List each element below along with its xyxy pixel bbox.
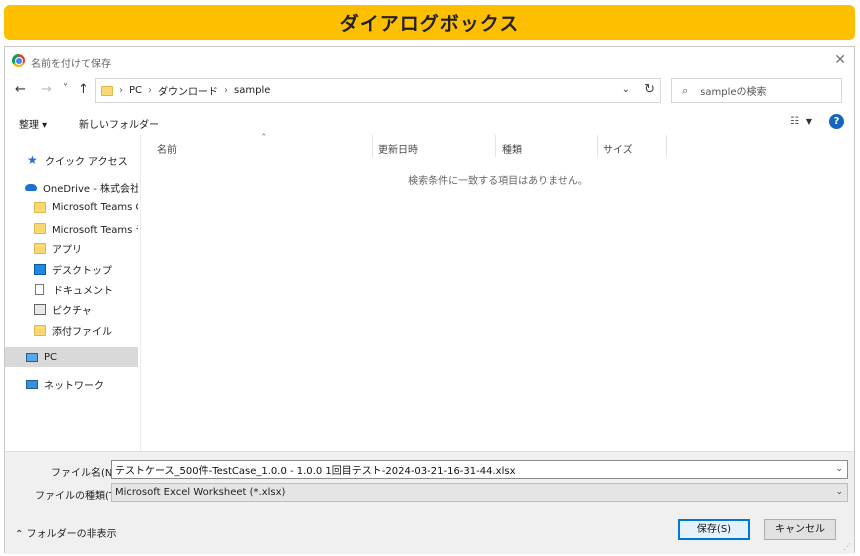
cancel-button[interactable]: キャンセル <box>764 519 836 540</box>
sidebar-item-label: アプリ <box>52 244 82 256</box>
save-button[interactable]: 保存(S) <box>678 519 750 540</box>
sidebar-item-desktop[interactable]: デスクトップ <box>5 259 138 279</box>
address-bar[interactable]: › PC › ダウンロード › sample ⌄ ↻ <box>95 78 661 103</box>
back-arrow-icon[interactable]: ← <box>15 82 26 97</box>
navigation-pane: ★ クイック アクセス OneDrive - 株式会社パ Microsoft T… <box>5 135 141 451</box>
close-icon[interactable]: ✕ <box>834 52 846 68</box>
column-divider[interactable] <box>372 135 373 157</box>
column-divider[interactable] <box>666 135 667 157</box>
sidebar-item-label: クイック アクセス <box>45 156 128 168</box>
banner-title: ダイアログボックス <box>4 5 855 40</box>
column-header-name[interactable]: 名前 <box>157 141 177 156</box>
filename-value: テストケース_500件-TestCase_1.0.0 - 1.0.0 1回目テス… <box>115 466 516 477</box>
column-header-type[interactable]: 種類 <box>502 141 522 156</box>
search-placeholder: sampleの検索 <box>700 87 767 98</box>
organize-menu-button[interactable]: 整理 ▾ <box>19 116 47 131</box>
sidebar-item-label: 添付ファイル <box>52 326 112 338</box>
breadcrumb-sample[interactable]: sample <box>234 85 270 96</box>
navigation-bar: ← → ˅ ↑ › PC › ダウンロード › sample ⌄ ↻ ⌕ sam… <box>5 78 854 104</box>
folder-icon <box>34 222 46 234</box>
empty-results-message: 検索条件に一致する項目はありません。 <box>408 176 588 187</box>
sidebar-item-label: OneDrive - 株式会社パ <box>43 183 138 195</box>
sidebar-item-teams-ch[interactable]: Microsoft Teams Ch <box>5 197 138 217</box>
column-divider[interactable] <box>495 135 496 157</box>
sidebar-item-quick-access[interactable]: ★ クイック アクセス <box>5 150 138 170</box>
sidebar-item-pc[interactable]: PC <box>5 347 138 367</box>
chevron-down-icon[interactable]: ⌄ <box>622 84 630 95</box>
dialog-titlebar: 名前を付けて保存 ✕ <box>5 47 854 75</box>
command-toolbar: 整理 ▾ 新しいフォルダー ☷ ▼ ? <box>5 111 854 133</box>
resize-grip-icon[interactable]: ⋰ <box>843 542 851 551</box>
breadcrumb-separator: › <box>119 85 123 96</box>
sidebar-item-documents[interactable]: ドキュメント <box>5 279 138 299</box>
chevron-down-icon[interactable]: ⌄ <box>835 487 843 497</box>
sidebar-item-label: ネットワーク <box>44 380 104 392</box>
desktop-icon <box>34 263 46 275</box>
filename-input[interactable]: テストケース_500件-TestCase_1.0.0 - 1.0.0 1回目テス… <box>111 460 848 479</box>
column-header-modified[interactable]: 更新日時 <box>378 141 418 156</box>
dialog-title: 名前を付けて保存 <box>31 59 111 70</box>
file-list: ⌃ 名前 更新日時 種類 サイズ 検索条件に一致する項目はありません。 <box>142 133 854 451</box>
save-options-panel: ファイル名(N): テストケース_500件-TestCase_1.0.0 - 1… <box>5 451 854 554</box>
sidebar-item-network[interactable]: ネットワーク <box>5 374 138 394</box>
up-arrow-icon[interactable]: ↑ <box>78 82 89 97</box>
chevron-up-icon: ⌃ <box>15 529 24 540</box>
folder-icon <box>34 242 46 254</box>
pictures-icon <box>34 303 46 315</box>
breadcrumb-pc[interactable]: PC <box>129 85 142 96</box>
folder-icon <box>34 324 46 336</box>
column-divider[interactable] <box>597 135 598 157</box>
sidebar-item-label: ドキュメント <box>53 285 113 297</box>
search-box[interactable]: ⌕ sampleの検索 <box>671 78 842 103</box>
view-options-icon[interactable]: ☷ <box>790 116 799 127</box>
chevron-down-icon[interactable]: ▼ <box>806 117 812 126</box>
sidebar-item-onedrive[interactable]: OneDrive - 株式会社パ <box>5 177 138 197</box>
sidebar-item-label: ピクチャ <box>52 305 92 317</box>
folder-icon <box>101 85 113 96</box>
breadcrumb-separator: › <box>148 85 153 96</box>
pc-icon <box>26 352 38 362</box>
filetype-select[interactable]: Microsoft Excel Worksheet (*.xlsx) ⌄ <box>111 483 848 502</box>
pin-star-icon: ★ <box>27 153 38 167</box>
sort-ascending-icon: ⌃ <box>260 133 268 143</box>
forward-arrow-icon[interactable]: → <box>41 82 52 97</box>
sidebar-item-label: Microsoft Teams チャ <box>52 224 138 236</box>
hide-folders-toggle[interactable]: ⌃ フォルダーの非表示 <box>15 525 117 540</box>
document-icon <box>35 283 44 295</box>
sidebar-item-apps[interactable]: アプリ <box>5 238 138 258</box>
breadcrumb-separator: › <box>224 85 229 96</box>
filetype-label: ファイルの種類(T): <box>35 491 123 502</box>
sidebar-item-label: Microsoft Teams Ch <box>52 201 138 213</box>
column-header-size[interactable]: サイズ <box>603 141 633 156</box>
chrome-app-icon <box>12 54 25 67</box>
filename-label: ファイル名(N): <box>51 468 120 479</box>
new-folder-button[interactable]: 新しいフォルダー <box>79 116 159 131</box>
sidebar-item-teams-chat[interactable]: Microsoft Teams チャ <box>5 218 138 238</box>
refresh-icon[interactable]: ↻ <box>644 82 655 97</box>
help-icon[interactable]: ? <box>829 114 844 129</box>
chevron-down-icon[interactable]: ⌄ <box>835 464 843 474</box>
recent-locations-chevron-icon[interactable]: ˅ <box>63 83 68 94</box>
onedrive-cloud-icon <box>25 183 37 191</box>
sidebar-item-pictures[interactable]: ピクチャ <box>5 299 138 319</box>
sidebar-item-label: PC <box>44 351 58 363</box>
search-icon: ⌕ <box>682 83 689 97</box>
filetype-value: Microsoft Excel Worksheet (*.xlsx) <box>115 487 286 498</box>
save-as-dialog: 名前を付けて保存 ✕ ← → ˅ ↑ › PC › ダウンロード › sampl… <box>4 46 855 554</box>
folder-icon <box>34 201 46 213</box>
hide-folders-label: フォルダーの非表示 <box>26 529 117 540</box>
network-icon <box>26 379 38 389</box>
sidebar-item-label: デスクトップ <box>52 265 112 277</box>
sidebar-item-attachments[interactable]: 添付ファイル <box>5 320 138 340</box>
breadcrumb-downloads[interactable]: ダウンロード <box>158 83 218 98</box>
